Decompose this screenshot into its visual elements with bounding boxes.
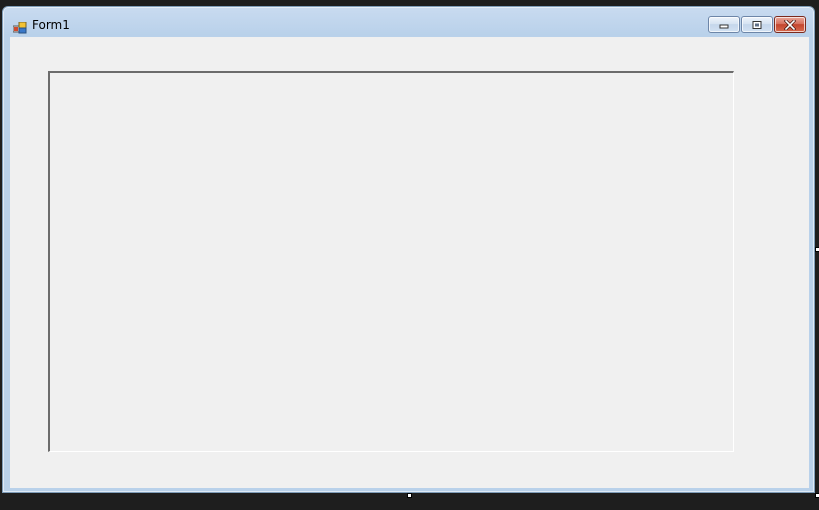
form-window[interactable]: Form1 [2, 6, 815, 493]
form-app-icon [12, 19, 27, 34]
minimize-button[interactable] [708, 16, 740, 33]
window-title: Form1 [32, 18, 70, 32]
maximize-button[interactable] [741, 16, 773, 33]
title-bar[interactable]: Form1 [3, 7, 814, 37]
designer-surface: Form1 [0, 0, 819, 510]
caption-buttons [708, 16, 806, 34]
sunken-panel[interactable] [48, 71, 734, 452]
minimize-icon [719, 24, 729, 28]
resize-grip-bottom[interactable] [407, 493, 412, 498]
close-icon [784, 19, 796, 30]
close-button[interactable] [774, 16, 806, 33]
form-client-area[interactable] [10, 37, 809, 488]
maximize-icon [752, 20, 762, 29]
resize-grip-right[interactable] [815, 247, 819, 252]
resize-grip-corner[interactable] [815, 493, 819, 498]
